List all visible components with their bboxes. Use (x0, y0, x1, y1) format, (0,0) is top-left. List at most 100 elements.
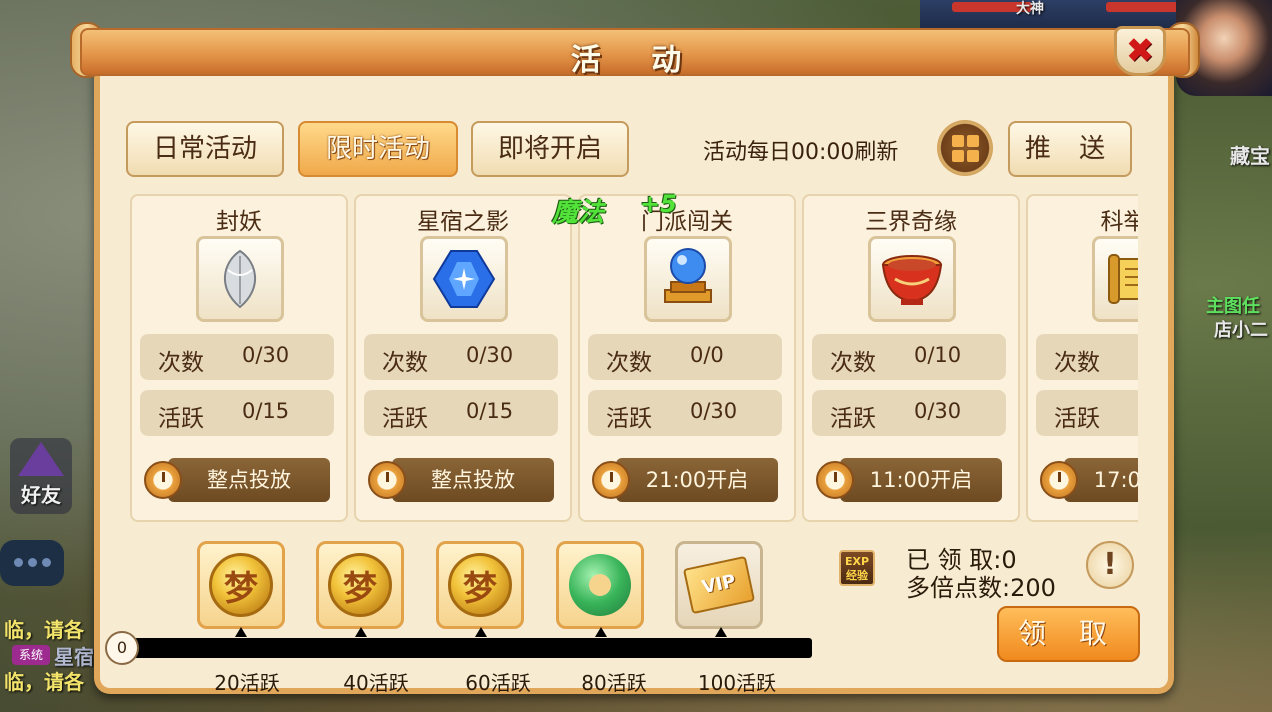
reward-box-100[interactable]: VIP (675, 541, 763, 629)
reward-box-40[interactable]: 梦 (316, 541, 404, 629)
activity-card[interactable]: 科举大 次数 活跃 17:00开启 (1026, 194, 1138, 522)
active-row: 活跃 0/15 (140, 390, 334, 436)
count-label: 次数 (830, 350, 876, 376)
grid-icon (966, 149, 979, 162)
exp-icon-subtext: 经验 (846, 569, 868, 582)
chat-message: 临，请各 (4, 618, 84, 642)
activity-card-list[interactable]: 封妖 次数 0/30 活跃 0/15 整点投放 星宿之影 次数 0/30 活跃 … (128, 194, 1138, 524)
close-icon: ✖ (1125, 31, 1155, 71)
time-button[interactable]: 11:00开启 (840, 458, 1002, 502)
activity-name: 封妖 (216, 209, 262, 235)
progress-tick (595, 627, 607, 637)
reward-box-20[interactable]: 梦 (197, 541, 285, 629)
activity-card[interactable]: 星宿之影 次数 0/30 活跃 0/15 整点投放 (354, 194, 572, 522)
chat-dot-icon (42, 558, 51, 567)
clock-icon (1040, 461, 1078, 499)
dream-coin-icon: 梦 (328, 553, 392, 617)
count-value: 0/0 (690, 343, 724, 367)
active-label: 活跃 (158, 406, 204, 432)
floating-buff-value: +5 (640, 190, 677, 218)
activity-name: 三界奇缘 (865, 209, 957, 235)
grid-icon (966, 134, 979, 147)
time-button[interactable]: 整点投放 (168, 458, 330, 502)
active-value: 0/15 (466, 399, 514, 423)
chat-button[interactable] (0, 540, 64, 586)
count-label: 次数 (382, 350, 428, 376)
grid-icon (951, 149, 964, 162)
multiplier-value: 200 (1010, 574, 1056, 602)
count-label: 次数 (1054, 350, 1100, 376)
tab-upcoming[interactable]: 即将开启 (471, 121, 629, 177)
progress-tick (715, 627, 727, 637)
jade-ring-icon (569, 554, 631, 616)
reward-box-80[interactable] (556, 541, 644, 629)
active-value: 0/30 (690, 399, 738, 423)
activity-card[interactable]: 门派闯关 次数 0/0 活跃 0/30 21:00开启 (578, 194, 796, 522)
time-button[interactable]: 整点投放 (392, 458, 554, 502)
progress-current-value: 0 (105, 631, 139, 665)
count-value: 0/30 (466, 343, 514, 367)
grid-icon (951, 134, 964, 147)
reward-box-60[interactable]: 梦 (436, 541, 524, 629)
blue-gem-icon[interactable] (420, 236, 508, 322)
chat-message: 临，请各 (4, 670, 84, 694)
tab-daily[interactable]: 日常活动 (126, 121, 284, 177)
activity-card[interactable]: 三界奇缘 次数 0/10 活跃 0/30 11:00开启 (802, 194, 1020, 522)
milestone-label: 60活跃 (465, 671, 531, 695)
multiplier-info: 多倍点数:200 (906, 574, 1056, 602)
active-label: 活跃 (830, 406, 876, 432)
count-value: 0/30 (242, 343, 290, 367)
exp-icon: EXP 经验 (839, 550, 875, 586)
system-channel-badge: 系统 (12, 645, 50, 665)
count-value: 0/10 (914, 343, 962, 367)
friend-hat-icon (18, 442, 64, 476)
count-row: 次数 0/30 (364, 334, 558, 380)
tab-limited[interactable]: 限时活动 (298, 121, 458, 177)
clock-icon (592, 461, 630, 499)
active-label: 活跃 (382, 406, 428, 432)
activity-name: 科举大 (1100, 209, 1139, 235)
time-button[interactable]: 21:00开启 (616, 458, 778, 502)
activity-name: 门派闯关 (641, 209, 733, 235)
push-button[interactable]: 推 送 (1008, 121, 1132, 177)
progress-tick (475, 627, 487, 637)
treasure-label[interactable]: 藏宝 (1230, 140, 1270, 169)
active-value: 0/30 (914, 399, 962, 423)
dream-coin-icon: 梦 (448, 553, 512, 617)
scroll-icon[interactable] (1092, 236, 1138, 322)
bowl-icon[interactable] (868, 236, 956, 322)
active-row: 活跃 0/30 (588, 390, 782, 436)
count-row: 次数 0/10 (812, 334, 1006, 380)
clock-icon (144, 461, 182, 499)
friends-label: 好友 (21, 483, 61, 507)
grid-menu-button[interactable] (937, 120, 993, 176)
progress-tick (355, 627, 367, 637)
milestone-label: 40活跃 (343, 671, 409, 695)
milestone-label: 20活跃 (214, 671, 280, 695)
active-value: 0/15 (242, 399, 290, 423)
crystal-ball-icon[interactable] (644, 236, 732, 322)
activity-card[interactable]: 封妖 次数 0/30 活跃 0/15 整点投放 (130, 194, 348, 522)
count-row: 次数 0/30 (140, 334, 334, 380)
npc-label[interactable]: 店小二 (1214, 316, 1268, 342)
exp-icon-text: EXP (844, 555, 870, 568)
refresh-note: 活动每日00:00刷新 (703, 140, 899, 165)
dream-coin-icon: 梦 (209, 553, 273, 617)
panel-title: 活 动 (570, 43, 702, 78)
help-button[interactable]: ! (1086, 541, 1134, 589)
floating-buff-label: 魔法 (552, 198, 605, 228)
clock-icon (816, 461, 854, 499)
clock-icon (368, 461, 406, 499)
milestone-label: 80活跃 (581, 671, 647, 695)
activity-name: 星宿之影 (417, 209, 509, 235)
vip-card-icon: VIP (682, 555, 756, 615)
active-row: 活跃 0/15 (364, 390, 558, 436)
player-name: 大神 (1016, 1, 1044, 17)
map-task-label[interactable]: 主图任 (1206, 292, 1260, 318)
progress-tick (235, 627, 247, 637)
silver-leaf-icon[interactable] (196, 236, 284, 322)
claim-button[interactable]: 领 取 (997, 606, 1140, 662)
friends-button[interactable]: 好友 (10, 438, 72, 514)
multiplier-label: 多倍点数 (906, 574, 1002, 602)
close-button[interactable]: ✖ (1114, 26, 1166, 76)
